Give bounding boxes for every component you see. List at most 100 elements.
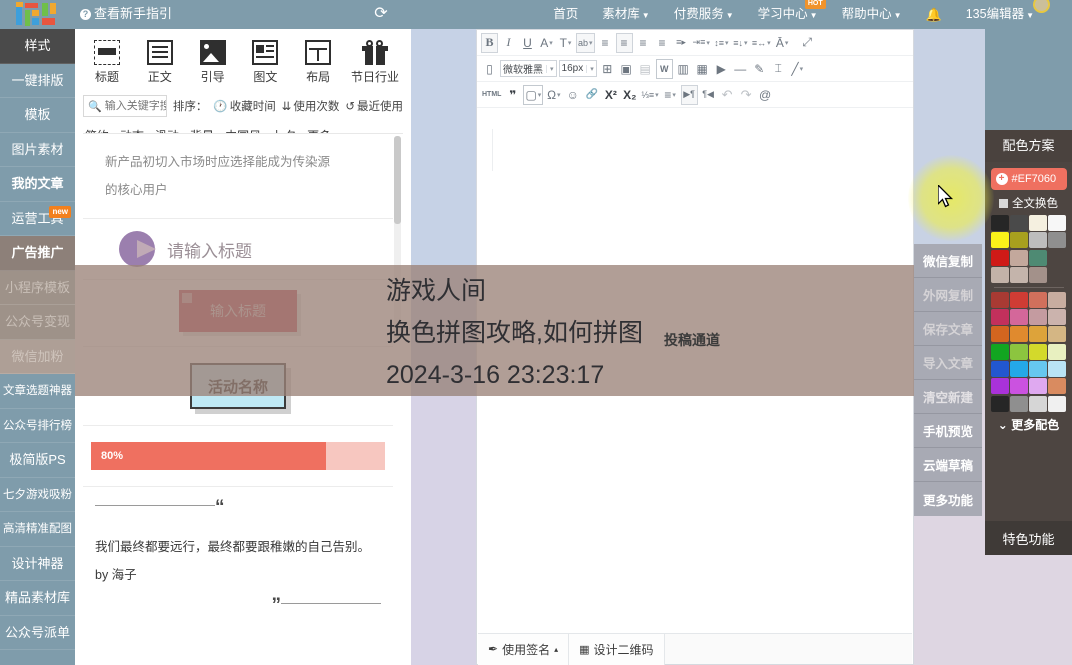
mention-icon[interactable]: @ <box>757 85 774 105</box>
category-holiday-industry[interactable]: 节日行业 <box>345 39 405 85</box>
color-swatch[interactable] <box>1029 249 1048 266</box>
sidebar-item-image-material[interactable]: 图片素材 <box>0 133 75 167</box>
italic-icon[interactable]: I <box>500 33 517 53</box>
color-swatch[interactable] <box>1029 378 1048 395</box>
color-swatch[interactable] <box>990 326 1009 343</box>
undo-icon[interactable]: ↶ <box>719 85 736 105</box>
redo-icon[interactable]: ↷ <box>738 85 755 105</box>
color-swatch[interactable] <box>990 232 1009 249</box>
sidebar-item-miniprogram-template[interactable]: 小程序模板 <box>0 270 75 305</box>
global-recolor-checkbox[interactable]: 全文换色 <box>985 195 1072 211</box>
search-input[interactable] <box>104 100 166 112</box>
template-card-progress[interactable]: 80% <box>83 426 393 487</box>
color-swatch[interactable] <box>990 266 1009 283</box>
table-icon[interactable]: ⊞ <box>599 59 616 79</box>
color-swatch[interactable] <box>1009 291 1028 308</box>
sort-option-usage-count[interactable]: ⇊ 使用次数 <box>282 98 340 114</box>
underline-icon[interactable]: U <box>519 33 536 53</box>
cloud-draft-button[interactable]: 云端草稿 <box>914 448 982 482</box>
sidebar-item-operation-tools[interactable]: 运营工具 new <box>0 202 75 236</box>
avatar[interactable] <box>1033 0 1050 13</box>
color-swatch[interactable] <box>1048 361 1067 378</box>
sidebar-item-account-dispatch[interactable]: 公众号派单 <box>0 616 75 650</box>
category-body[interactable]: 正文 <box>134 39 186 85</box>
background-color-icon[interactable]: ▢ <box>523 84 544 105</box>
color-swatch[interactable] <box>1029 215 1048 231</box>
nav-item-learning-center[interactable]: HOT 学习中心 ▼ <box>746 0 830 29</box>
sidebar-item-templates[interactable]: 模板 <box>0 98 75 133</box>
sidebar-item-account-ranking[interactable]: 公众号排行榜 <box>0 409 75 443</box>
quote-icon[interactable]: ❞ <box>504 85 521 105</box>
color-swatch[interactable] <box>1029 343 1048 360</box>
new-page-icon[interactable]: ▯ <box>481 59 498 79</box>
mobile-preview-button[interactable]: 手机预览 <box>914 414 982 448</box>
ltr-direction-icon[interactable]: ▶¶ <box>680 84 698 105</box>
unordered-list-icon[interactable]: ≡ <box>662 85 679 105</box>
color-swatch[interactable] <box>1048 215 1067 231</box>
bell-icon[interactable]: 🔔 <box>914 0 954 29</box>
brush-icon[interactable]: ⌶ <box>770 59 787 79</box>
superscript-icon[interactable]: X² <box>602 85 619 105</box>
scrollbar-thumb[interactable] <box>394 136 401 224</box>
video-icon[interactable]: ▶ <box>713 59 730 79</box>
sidebar-item-ad-promotion[interactable]: 广告推广 <box>0 236 75 271</box>
feature-functions-button[interactable]: 特色功能 <box>985 521 1072 555</box>
html-source-icon[interactable]: HTML <box>481 85 502 105</box>
sidebar-item-one-click-format[interactable]: 一键排版 <box>0 64 75 98</box>
color-swatch[interactable] <box>1048 395 1067 412</box>
more-functions-button[interactable]: 更多功能 <box>914 482 982 516</box>
color-swatch[interactable] <box>990 343 1009 360</box>
subscript-icon[interactable]: X₂ <box>621 85 638 105</box>
align-left-icon[interactable]: ≡ <box>597 33 614 53</box>
color-swatch[interactable] <box>1029 395 1048 412</box>
color-swatch[interactable] <box>1029 291 1048 308</box>
color-swatch[interactable] <box>990 395 1009 412</box>
gallery-icon[interactable]: ▥ <box>675 59 692 79</box>
template-card-text[interactable]: 新产品初切入市场时应选择能成为传染源 的核心用户 <box>83 134 393 219</box>
save-article-button[interactable]: 保存文章 <box>914 312 982 346</box>
sidebar-item-my-articles[interactable]: 我的文章 <box>0 167 75 202</box>
bold-icon[interactable]: B <box>481 32 498 53</box>
category-title[interactable]: 标题 <box>81 39 133 85</box>
indent-increase-icon[interactable]: ≡▸ <box>673 33 690 53</box>
indent-decrease-icon[interactable]: ⇥≡ <box>692 33 711 53</box>
color-swatch[interactable] <box>1009 266 1028 283</box>
nav-item-home[interactable]: 首页 <box>541 0 590 29</box>
beginner-guide-link[interactable]: ? 查看新手指引 <box>80 5 172 23</box>
color-swatch[interactable] <box>990 215 1009 231</box>
wechat-copy-button[interactable]: 微信复制 <box>914 244 982 278</box>
template-card-quote[interactable]: “ 我们最终都要远行，最终都要跟稚嫩的自己告别。 by 海子 ” <box>83 487 393 635</box>
paint-format-icon[interactable]: ╱ <box>789 59 806 79</box>
category-layout[interactable]: 布局 <box>292 39 344 85</box>
logo-area[interactable] <box>0 0 75 29</box>
multi-image-icon[interactable]: ▤ <box>637 59 654 79</box>
align-justify-icon[interactable]: ≡ <box>654 33 671 53</box>
link-icon[interactable]: 🔗 <box>583 85 600 105</box>
color-swatch[interactable] <box>1029 361 1048 378</box>
sidebar-item-premium-material[interactable]: 精品素材库 <box>0 581 75 616</box>
insert-image-icon[interactable]: ▣ <box>618 59 635 79</box>
image-library-icon[interactable]: ▦ <box>694 59 711 79</box>
word-import-icon[interactable]: W <box>655 58 673 79</box>
clear-new-button[interactable]: 清空新建 <box>914 380 982 414</box>
color-swatch[interactable] <box>1029 309 1048 326</box>
ordered-list-icon[interactable]: ⅓≡ <box>640 85 659 105</box>
remove-format-icon[interactable]: ab <box>576 32 595 53</box>
align-center-icon[interactable]: ≡ <box>615 32 633 53</box>
color-swatch[interactable] <box>990 378 1009 395</box>
color-swatch[interactable] <box>990 309 1009 326</box>
category-image-text[interactable]: 图文 <box>239 39 291 85</box>
letter-spacing-icon[interactable]: ≡↔ <box>751 33 772 53</box>
align-right-icon[interactable]: ≡ <box>635 33 652 53</box>
color-swatch[interactable] <box>1009 232 1028 249</box>
sidebar-item-design-tool[interactable]: 设计神器 <box>0 547 75 581</box>
font-color-icon[interactable]: A <box>538 33 555 53</box>
account-menu[interactable]: 135编辑器 ▼ <box>954 0 1060 29</box>
sidebar-item-wechat-followers[interactable]: 微信加粉 <box>0 339 75 374</box>
use-signature-button[interactable]: ✒ 使用签名 ▴ <box>478 633 570 665</box>
color-swatch[interactable] <box>1009 343 1028 360</box>
rtl-direction-icon[interactable]: ¶◀ <box>700 85 717 105</box>
special-char-icon[interactable]: Ω <box>545 85 562 105</box>
sidebar-item-simple-ps[interactable]: 极简版PS <box>0 443 75 478</box>
nav-item-paid-services[interactable]: 付费服务 ▼ <box>662 0 746 29</box>
